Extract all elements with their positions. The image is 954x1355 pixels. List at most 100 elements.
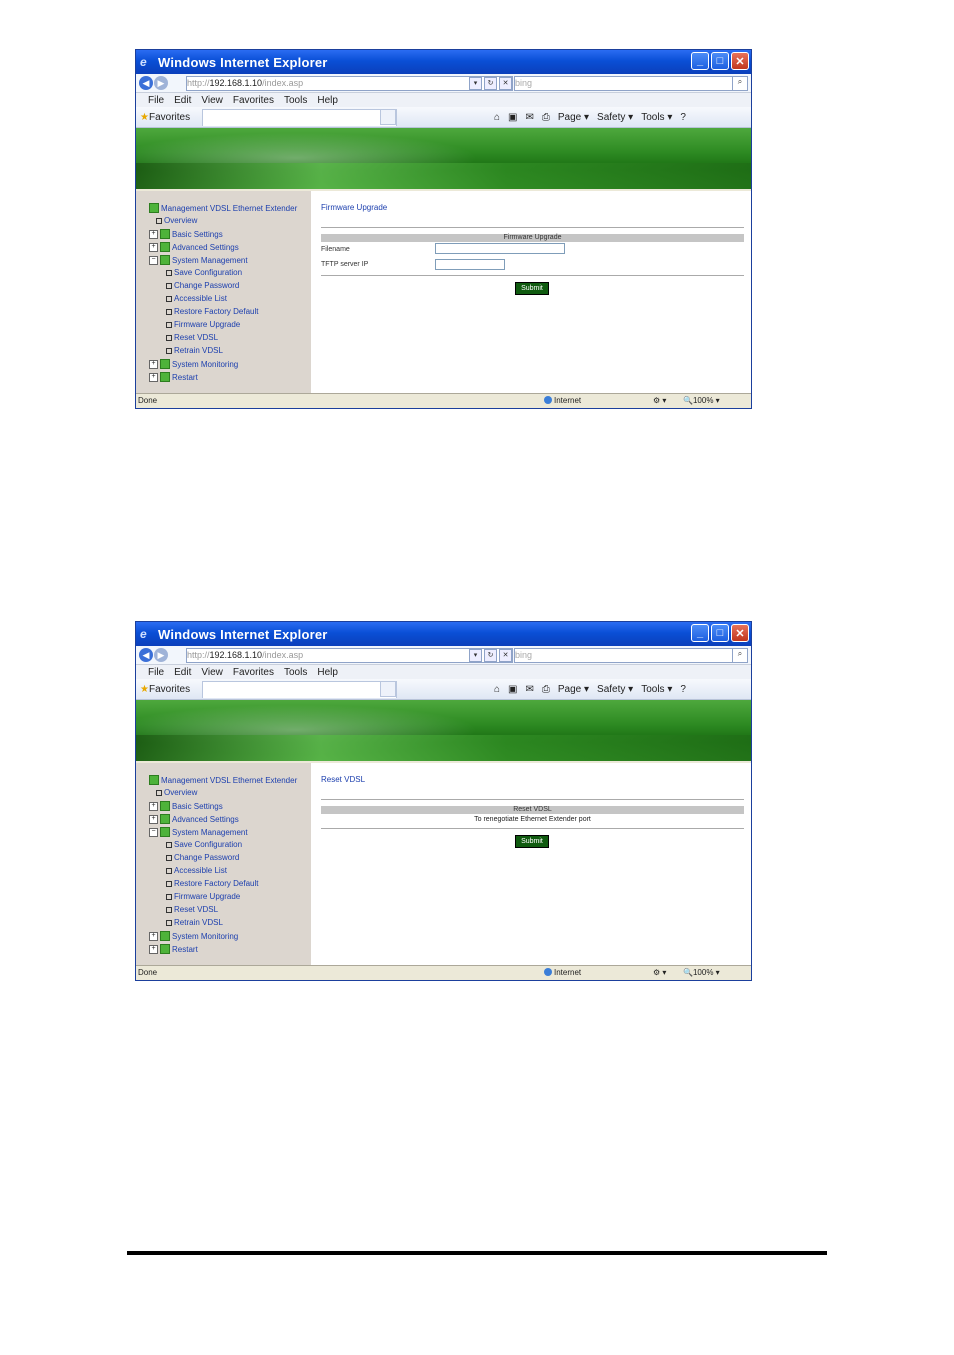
menu-edit[interactable]: Edit — [174, 95, 191, 106]
home-icon[interactable]: ⌂ — [494, 684, 500, 695]
help-icon[interactable]: ? — [680, 112, 686, 123]
favorites-button[interactable]: Favorites — [149, 112, 190, 123]
menu-favorites[interactable]: Favorites — [233, 95, 274, 106]
sidebar-item-system-management[interactable]: − System Management — [149, 827, 248, 837]
url-dropdown-icon[interactable]: ▾ — [469, 76, 482, 90]
safety-menu[interactable]: Safety ▾ — [597, 112, 633, 123]
menu-tools[interactable]: Tools — [284, 95, 307, 106]
expand-icon[interactable]: + — [149, 944, 158, 954]
menu-file[interactable]: File — [148, 667, 164, 678]
sidebar-root[interactable]: Management VDSL Ethernet Extender — [149, 775, 297, 785]
sidebar-item-basic-settings[interactable]: + Basic Settings — [149, 801, 223, 811]
mail-icon[interactable]: ✉ — [526, 684, 534, 695]
url-input[interactable]: http://192.168.1.10/index.asp — [186, 75, 513, 91]
sidebar-item-restart[interactable]: + Restart — [149, 944, 198, 954]
menu-tools[interactable]: Tools — [284, 667, 307, 678]
back-button[interactable]: ◀ — [139, 648, 153, 662]
sidebar-item-reset-vdsl[interactable]: Reset VDSL — [166, 905, 218, 914]
expand-icon[interactable]: + — [149, 801, 158, 811]
back-button[interactable]: ◀ — [139, 76, 153, 90]
protected-mode-icon[interactable]: ⚙ ▾ — [653, 396, 666, 405]
minimize-button[interactable]: _ — [691, 52, 709, 70]
page-menu[interactable]: Page ▾ — [558, 684, 589, 695]
collapse-icon[interactable]: − — [149, 827, 158, 837]
home-icon[interactable]: ⌂ — [494, 112, 500, 123]
sidebar-item-basic-settings[interactable]: + Basic Settings — [149, 229, 223, 239]
stop-icon[interactable]: ✕ — [499, 648, 512, 662]
sidebar-item-retrain-vdsl[interactable]: Retrain VDSL — [166, 346, 223, 355]
sidebar-item-change-password[interactable]: Change Password — [166, 281, 239, 290]
submit-button[interactable]: Submit — [515, 835, 549, 848]
browser-tab[interactable] — [202, 108, 397, 126]
forward-button[interactable]: ▶ — [154, 648, 168, 662]
menu-favorites[interactable]: Favorites — [233, 667, 274, 678]
sidebar-item-retrain-vdsl[interactable]: Retrain VDSL — [166, 918, 223, 927]
sidebar-item-advanced-settings[interactable]: + Advanced Settings — [149, 814, 239, 824]
minimize-button[interactable]: _ — [691, 624, 709, 642]
collapse-icon[interactable]: − — [149, 255, 158, 265]
sidebar-item-advanced-settings[interactable]: + Advanced Settings — [149, 242, 239, 252]
sidebar-item-accessible-list[interactable]: Accessible List — [166, 866, 227, 875]
close-button[interactable]: ✕ — [731, 52, 749, 70]
feeds-icon[interactable]: ▣ — [508, 112, 517, 123]
tftp-server-input[interactable] — [435, 259, 505, 270]
close-button[interactable]: ✕ — [731, 624, 749, 642]
sidebar-item-firmware-upgrade[interactable]: Firmware Upgrade — [166, 892, 240, 901]
sidebar-item-system-monitoring[interactable]: + System Monitoring — [149, 931, 238, 941]
refresh-icon[interactable]: ↻ — [484, 76, 497, 90]
tools-menu[interactable]: Tools ▾ — [641, 112, 672, 123]
menu-edit[interactable]: Edit — [174, 667, 191, 678]
sidebar-item-restore-factory-default[interactable]: Restore Factory Default — [166, 879, 258, 888]
zoom-control[interactable]: 🔍100% ▾ — [683, 396, 720, 405]
expand-icon[interactable]: + — [149, 229, 158, 239]
browser-tab[interactable] — [202, 680, 397, 698]
new-tab-button[interactable] — [380, 681, 396, 697]
maximize-button[interactable]: □ — [711, 52, 729, 70]
expand-icon[interactable]: + — [149, 931, 158, 941]
search-icon[interactable]: ⌕ — [732, 76, 747, 90]
menu-help[interactable]: Help — [317, 667, 338, 678]
menu-view[interactable]: View — [201, 667, 223, 678]
sidebar-item-overview[interactable]: Overview — [156, 216, 197, 225]
sidebar-item-restart[interactable]: + Restart — [149, 372, 198, 382]
submit-button[interactable]: Submit — [515, 282, 549, 295]
menu-help[interactable]: Help — [317, 95, 338, 106]
sidebar-root[interactable]: Management VDSL Ethernet Extender — [149, 203, 297, 213]
help-icon[interactable]: ? — [680, 684, 686, 695]
sidebar-item-system-management[interactable]: − System Management — [149, 255, 248, 265]
url-input[interactable]: http://192.168.1.10/index.asp — [186, 647, 513, 663]
expand-icon[interactable]: + — [149, 242, 158, 252]
tools-menu[interactable]: Tools ▾ — [641, 684, 672, 695]
print-icon[interactable]: ⎙ — [542, 684, 550, 695]
protected-mode-icon[interactable]: ⚙ ▾ — [653, 968, 666, 977]
refresh-icon[interactable]: ↻ — [484, 648, 497, 662]
print-icon[interactable]: ⎙ — [542, 112, 550, 123]
search-input[interactable]: bing ⌕ — [514, 647, 748, 663]
sidebar-item-accessible-list[interactable]: Accessible List — [166, 294, 227, 303]
sidebar-item-save-configuration[interactable]: Save Configuration — [166, 268, 242, 277]
expand-icon[interactable]: + — [149, 372, 158, 382]
expand-icon[interactable]: + — [149, 359, 158, 369]
stop-icon[interactable]: ✕ — [499, 76, 512, 90]
maximize-button[interactable]: □ — [711, 624, 729, 642]
sidebar-item-change-password[interactable]: Change Password — [166, 853, 239, 862]
sidebar-item-system-monitoring[interactable]: + System Monitoring — [149, 359, 238, 369]
menu-file[interactable]: File — [148, 95, 164, 106]
favorites-button[interactable]: Favorites — [149, 684, 190, 695]
menu-view[interactable]: View — [201, 95, 223, 106]
page-menu[interactable]: Page ▾ — [558, 112, 589, 123]
safety-menu[interactable]: Safety ▾ — [597, 684, 633, 695]
filename-input[interactable] — [435, 243, 565, 254]
sidebar-item-restore-factory-default[interactable]: Restore Factory Default — [166, 307, 258, 316]
expand-icon[interactable]: + — [149, 814, 158, 824]
sidebar-item-reset-vdsl[interactable]: Reset VDSL — [166, 333, 218, 342]
url-dropdown-icon[interactable]: ▾ — [469, 648, 482, 662]
sidebar-item-firmware-upgrade[interactable]: Firmware Upgrade — [166, 320, 240, 329]
sidebar-item-overview[interactable]: Overview — [156, 788, 197, 797]
search-icon[interactable]: ⌕ — [732, 648, 747, 662]
sidebar-item-save-configuration[interactable]: Save Configuration — [166, 840, 242, 849]
search-input[interactable]: bing ⌕ — [514, 75, 748, 91]
forward-button[interactable]: ▶ — [154, 76, 168, 90]
zoom-control[interactable]: 🔍100% ▾ — [683, 968, 720, 977]
mail-icon[interactable]: ✉ — [526, 112, 534, 123]
